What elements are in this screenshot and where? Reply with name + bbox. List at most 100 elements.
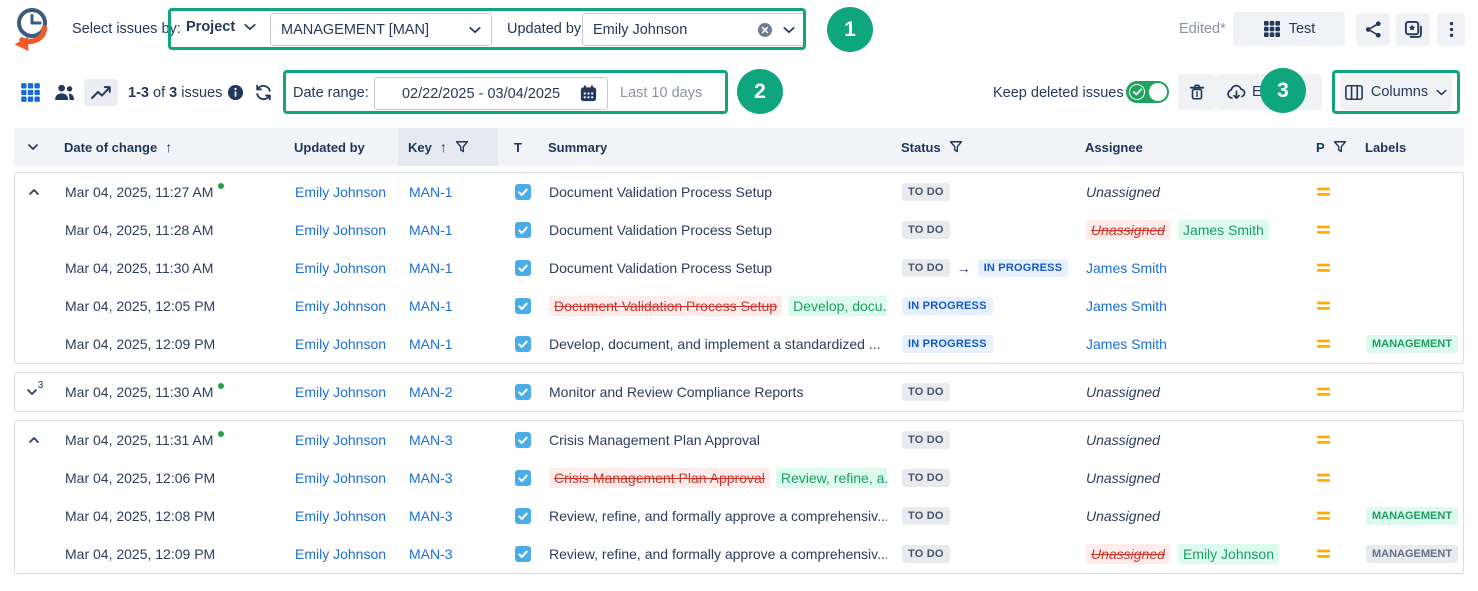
select-mode-dropdown[interactable]: Project: [186, 19, 256, 35]
date-of-change-cell: Mar 04, 2025, 11:31 AM: [53, 421, 281, 459]
summary-cell: Monitor and Review Compliance Reports: [535, 373, 887, 411]
delete-report-button[interactable]: [1178, 74, 1216, 110]
issue-key-link[interactable]: MAN-1: [409, 260, 453, 276]
issue-key-link[interactable]: MAN-1: [409, 298, 453, 314]
sort-asc-icon[interactable]: ↑: [440, 139, 447, 155]
collapse-group-icon[interactable]: [27, 433, 41, 447]
priority-cell: [1293, 497, 1350, 535]
type-cell: [499, 421, 535, 459]
updated-by-link[interactable]: Emily Johnson: [295, 508, 386, 524]
info-icon[interactable]: [227, 84, 244, 101]
assignee-name: Unassigned: [1086, 184, 1160, 200]
project-select-value: MANAGEMENT [MAN]: [281, 22, 469, 38]
people-view-icon[interactable]: [53, 82, 76, 102]
updated-by-cell: Emily Johnson: [281, 535, 399, 573]
select-mode-value: Project: [186, 19, 235, 35]
expander-cell: [15, 287, 53, 325]
export-button[interactable]: Export: [1216, 74, 1322, 110]
saved-reports-button[interactable]: [1396, 13, 1430, 46]
column-header-updated-by[interactable]: Updated by: [280, 128, 398, 166]
priority-cell: [1293, 535, 1350, 573]
updated-by-link[interactable]: Emily Johnson: [295, 184, 386, 200]
updated-by-select[interactable]: Emily Johnson: [582, 13, 806, 46]
filter-icon[interactable]: [455, 140, 469, 154]
labels-cell: [1350, 373, 1463, 411]
status-cell: TO DO: [887, 211, 1071, 249]
project-select[interactable]: MANAGEMENT [MAN]: [270, 13, 492, 46]
assignee-cell: Unassigned: [1071, 373, 1293, 411]
expander-cell: [15, 459, 53, 497]
date-text: Mar 04, 2025, 12:08 PM: [65, 508, 215, 524]
edited-indicator: Edited*: [1179, 21, 1226, 37]
labels-cell: [1350, 459, 1463, 497]
task-type-icon: [515, 384, 531, 400]
collapse-all-icon[interactable]: [26, 140, 40, 154]
column-header-labels[interactable]: Labels: [1349, 128, 1464, 166]
collapse-group-icon[interactable]: [27, 185, 41, 199]
column-header-type[interactable]: T: [498, 128, 534, 166]
updated-by-cell: Emily Johnson: [281, 497, 399, 535]
status-cell: TO DO→IN PROGRESS: [887, 249, 1071, 287]
new-change-dot: [218, 383, 224, 389]
share-button[interactable]: [1356, 13, 1390, 46]
priority-medium-icon: [1317, 224, 1331, 236]
issue-groups: Mar 04, 2025, 11:27 AMEmily JohnsonMAN-1…: [14, 172, 1464, 574]
assignee-cell: UnassignedEmily Johnson: [1071, 535, 1293, 573]
updated-by-link[interactable]: Emily Johnson: [295, 432, 386, 448]
toggle-knob: [1149, 83, 1167, 101]
issue-key-link[interactable]: MAN-3: [409, 432, 453, 448]
assignee-name: Unassigned: [1086, 470, 1160, 486]
issue-key-link[interactable]: MAN-3: [409, 470, 453, 486]
history-row: Mar 04, 2025, 11:31 AM Emily Johnson MAN-3…: [15, 421, 1463, 459]
summary-text: Crisis Management Plan Approval: [549, 432, 760, 448]
issue-key-link[interactable]: MAN-2: [409, 384, 453, 400]
column-header-date[interactable]: Date of change ↑: [52, 128, 280, 166]
report-name-label: Test: [1289, 21, 1316, 37]
date-range-input[interactable]: 02/22/2025 - 03/04/2025: [374, 77, 608, 110]
history-row: Mar 04, 2025, 11:28 AMEmily JohnsonMAN-1…: [15, 211, 1463, 249]
more-actions-button[interactable]: [1437, 13, 1465, 46]
filter-icon[interactable]: [1333, 140, 1347, 154]
summary-text: Document Validation Process Setup: [549, 296, 782, 316]
date-range-label: Date range:: [293, 85, 369, 101]
issue-key-link[interactable]: MAN-3: [409, 546, 453, 562]
status-cell: TO DO: [887, 497, 1071, 535]
column-header-summary[interactable]: Summary: [534, 128, 886, 166]
report-name-button[interactable]: Test: [1233, 12, 1345, 46]
priority-medium-icon: [1317, 434, 1331, 446]
date-range-value: 02/22/2025 - 03/04/2025: [389, 86, 573, 102]
updated-by-link[interactable]: Emily Johnson: [295, 298, 386, 314]
issue-key-link[interactable]: MAN-1: [409, 222, 453, 238]
sort-asc-icon[interactable]: ↑: [165, 139, 172, 155]
calendar-icon[interactable]: [579, 84, 598, 103]
column-header-status[interactable]: Status: [886, 128, 1070, 166]
column-header-priority[interactable]: P: [1292, 128, 1349, 166]
issue-key-link[interactable]: MAN-3: [409, 508, 453, 524]
column-header-key[interactable]: Key ↑: [398, 128, 498, 166]
updated-by-link[interactable]: Emily Johnson: [295, 222, 386, 238]
share-icon: [1364, 20, 1383, 39]
columns-icon: [1345, 84, 1363, 101]
assignee-cell: James Smith: [1071, 325, 1293, 363]
clear-icon[interactable]: [757, 22, 773, 38]
refresh-icon[interactable]: [254, 83, 273, 102]
updated-by-link[interactable]: Emily Johnson: [295, 470, 386, 486]
status-badge: →: [957, 260, 971, 276]
issue-group: Mar 04, 2025, 11:27 AMEmily JohnsonMAN-1…: [14, 172, 1464, 364]
column-header-assignee[interactable]: Assignee: [1070, 128, 1292, 166]
updated-by-link[interactable]: Emily Johnson: [295, 384, 386, 400]
columns-button[interactable]: Columns: [1340, 74, 1452, 110]
expand-group-icon[interactable]: [25, 385, 39, 399]
updated-by-link[interactable]: Emily Johnson: [295, 260, 386, 276]
keep-deleted-toggle[interactable]: [1126, 81, 1169, 103]
filter-icon[interactable]: [949, 140, 963, 154]
label-chip: MANAGEMENT: [1366, 335, 1458, 353]
issue-key-link[interactable]: MAN-1: [409, 184, 453, 200]
updated-by-link[interactable]: Emily Johnson: [295, 336, 386, 352]
key-cell: MAN-2: [399, 373, 499, 411]
chart-view-icon[interactable]: [84, 79, 118, 106]
issue-key-link[interactable]: MAN-1: [409, 336, 453, 352]
table-view-icon[interactable]: [20, 82, 41, 103]
key-cell: MAN-1: [399, 249, 499, 287]
updated-by-link[interactable]: Emily Johnson: [295, 546, 386, 562]
